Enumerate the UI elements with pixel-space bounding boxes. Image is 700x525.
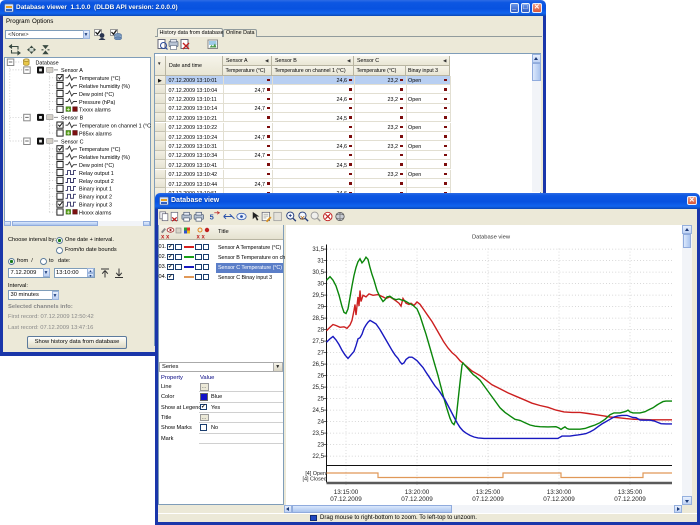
svg-text:Temperature (°C): Temperature (°C) <box>79 147 121 153</box>
svg-text:Dew point (°C): Dew point (°C) <box>79 91 114 97</box>
svg-text:P85xx alarms: P85xx alarms <box>79 131 112 137</box>
svg-text:07.12.2009: 07.12.2009 <box>401 496 433 503</box>
svg-text:Relay output 2: Relay output 2 <box>79 178 114 184</box>
svg-text:Binary input 3: Binary input 3 <box>79 202 112 208</box>
svg-text:Txxxx alarms: Txxxx alarms <box>79 107 111 113</box>
svg-text:13:20:00: 13:20:00 <box>405 489 430 496</box>
svg-text:31: 31 <box>317 258 324 264</box>
svg-text:28: 28 <box>317 327 324 333</box>
svg-text:Binary input 1: Binary input 1 <box>79 186 112 192</box>
svg-text:Relative humidity (%): Relative humidity (%) <box>79 155 130 161</box>
svg-text:13:35:00: 13:35:00 <box>618 489 643 496</box>
svg-text:07.12.2009: 07.12.2009 <box>472 496 504 503</box>
svg-text:Dew point (°C): Dew point (°C) <box>79 163 114 169</box>
svg-text:13:30:00: 13:30:00 <box>547 489 572 496</box>
svg-text:28,5: 28,5 <box>312 316 324 322</box>
svg-text:x x: x x <box>197 235 206 240</box>
svg-text:24: 24 <box>317 419 324 425</box>
svg-text:24,5: 24,5 <box>312 408 324 414</box>
svg-text:25: 25 <box>317 396 324 402</box>
svg-text:27,5: 27,5 <box>312 339 324 345</box>
svg-text:22,5: 22,5 <box>312 454 324 460</box>
svg-text:29: 29 <box>317 304 324 310</box>
svg-text:30: 30 <box>317 281 324 287</box>
svg-text:Temperature (°C): Temperature (°C) <box>79 76 121 82</box>
svg-text:Binary input 2: Binary input 2 <box>79 194 112 200</box>
svg-text:[4] Closed: [4] Closed <box>303 476 327 482</box>
svg-text:Database: Database <box>35 60 58 66</box>
svg-text:07.12.2009: 07.12.2009 <box>614 496 646 503</box>
svg-text:13:15:00: 13:15:00 <box>334 489 359 496</box>
svg-text:23: 23 <box>317 442 324 448</box>
svg-text:Sensor A: Sensor A <box>61 68 83 74</box>
svg-text:x x: x x <box>161 235 170 240</box>
svg-text:13:25:00: 13:25:00 <box>476 489 501 496</box>
svg-text:Pressure (hPa): Pressure (hPa) <box>79 99 115 105</box>
svg-text:30,5: 30,5 <box>312 270 324 276</box>
svg-text:Temperature on channel 1 (°C: Temperature on channel 1 (°C <box>79 123 151 129</box>
svg-text:26: 26 <box>317 373 324 379</box>
svg-text:29,5: 29,5 <box>312 293 324 299</box>
svg-text:Relative humidity (%): Relative humidity (%) <box>79 84 130 90</box>
svg-text:Hxxxx alarms: Hxxxx alarms <box>79 210 112 216</box>
svg-text:Database view: Database view <box>472 234 511 240</box>
svg-text:Sensor C: Sensor C <box>61 139 84 145</box>
svg-text:31,5: 31,5 <box>312 247 324 253</box>
svg-text:5: 5 <box>210 212 214 221</box>
svg-text:26,5: 26,5 <box>312 362 324 368</box>
svg-text:23,5: 23,5 <box>312 431 324 437</box>
svg-text:07.12.2009: 07.12.2009 <box>543 496 575 503</box>
svg-text:Sensor B: Sensor B <box>61 115 84 121</box>
svg-text:Relay output 1: Relay output 1 <box>79 170 114 176</box>
svg-text:25,5: 25,5 <box>312 385 324 391</box>
svg-text:27: 27 <box>317 350 324 356</box>
svg-text:07.12.2009: 07.12.2009 <box>330 496 362 503</box>
